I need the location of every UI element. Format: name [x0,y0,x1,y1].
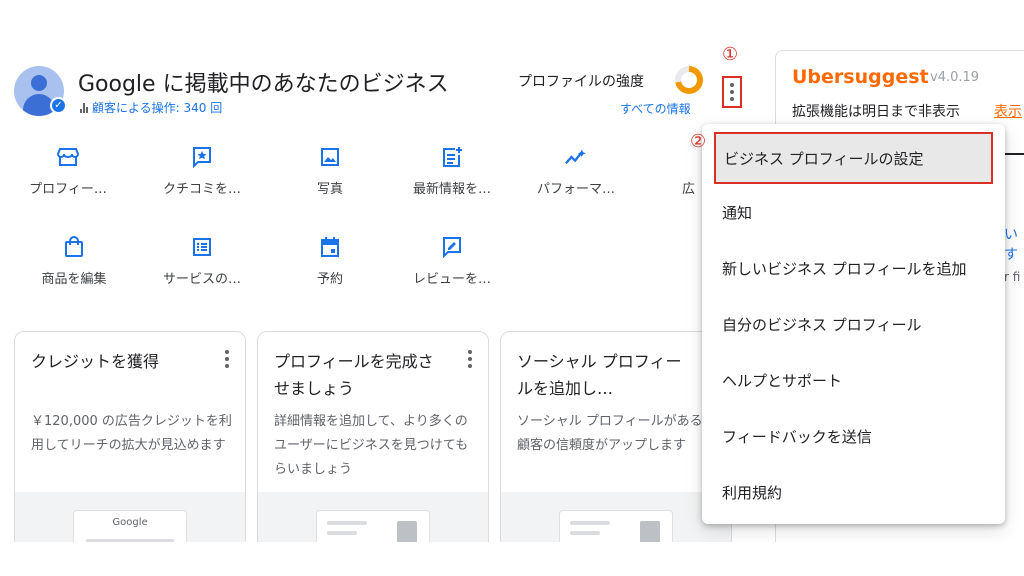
card-body: ￥120,000 の広告クレジットを利用してリーチの拡大が見込めます [31,414,232,453]
card-complete-profile[interactable]: プロフィールを完成させましょう 詳細情報を追加して、より多くのユーザーにビジネス… [257,331,489,561]
more-options-button[interactable] [722,76,742,108]
ubersuggest-text-fragment: r fi [1004,270,1021,284]
dot-icon [730,83,734,87]
menu-item-feedback[interactable]: フィードバックを送信 [702,408,1005,464]
action-label: レビューを… [412,272,491,287]
more-options-menu: ビジネス プロフィールの設定 通知 新しいビジネス プロフィールを追加 自分のビ… [702,124,1005,524]
ubersuggest-version: v4.0.19 [930,70,980,85]
action-label: 広 [682,182,696,197]
ubersuggest-hide-text: 拡張機能は明日まで非表示 [792,104,960,120]
action-label: 最新情報を… [412,182,491,197]
card-title: クレジットを獲得 [31,352,160,371]
card-body: ソーシャル プロフィールがあると顧客の信頼度がアップします [517,414,716,453]
ubersuggest-name: Ubersuggest [792,66,929,88]
action-ads[interactable]: 広 [632,146,712,197]
card-get-credit[interactable]: クレジットを獲得 ￥120,000 の広告クレジットを利用してリーチの拡大が見込… [14,331,246,561]
shopping-bag-icon [63,236,85,258]
card-more-button[interactable] [223,348,231,370]
action-label: 予約 [316,272,343,287]
action-label: サービスの… [162,272,241,287]
ubersuggest-text-fragment: いす [1004,227,1018,263]
ubersuggest-divider [1004,153,1024,155]
action-label: 写真 [316,182,343,197]
photo-icon [319,146,341,168]
card-title: ソーシャル プロフィールを追加し… [517,352,682,398]
action-add-update[interactable]: 最新情報を… [392,146,512,197]
menu-item-terms[interactable]: 利用規約 [702,464,1005,520]
action-edit-profile[interactable]: プロフィー… [8,146,128,197]
action-services[interactable]: サービスの… [142,236,262,287]
post-add-icon [441,146,463,168]
customer-actions-stat[interactable]: 顧客による操作: 340 回 [80,99,222,116]
action-edit-products[interactable]: 商品を編集 [14,236,134,287]
all-info-link[interactable]: すべての情報 [620,100,691,117]
step-marker-1: ① [722,44,739,65]
profile-strength-label: プロファイルの強度 [518,74,644,90]
bottom-crop-area [0,542,1024,576]
menu-item-help[interactable]: ヘルプとサポート [702,352,1005,408]
google-logo-text: Google [112,517,148,528]
dot-icon [730,97,734,101]
dot-icon [730,90,734,94]
action-photos[interactable]: 写真 [270,146,390,197]
customer-actions-text: 顧客による操作: 340 回 [92,101,223,115]
verified-check-icon: ✓ [50,97,67,114]
card-add-social-profile[interactable]: ソーシャル プロフィールを追加し… ソーシャル プロフィールがあると顧客の信頼度… [500,331,732,561]
card-body: 詳細情報を追加して、より多くのユーザーにビジネスを見つけてもらいましょう [274,414,469,477]
menu-item-add-profile[interactable]: 新しいビジネス プロフィールを追加 [702,240,1005,296]
menu-item-my-profiles[interactable]: 自分のビジネス プロフィール [702,296,1005,352]
action-label: プロフィー… [29,182,107,197]
action-label: 商品を編集 [41,272,107,287]
action-bookings[interactable]: 予約 [270,236,390,287]
list-icon [191,236,213,258]
sparkline-icon [565,146,587,168]
review-edit-icon [441,236,463,258]
action-ask-review[interactable]: レビューを… [392,236,512,287]
action-performance[interactable]: パフォーマ… [516,146,636,197]
menu-item-profile-settings[interactable]: ビジネス プロフィールの設定 [714,132,993,184]
action-reviews[interactable]: クチコミを… [142,146,262,197]
calendar-icon [319,236,341,258]
page-title: Google に掲載中のあなたのビジネス [78,72,449,97]
step-marker-2: ② [690,131,707,152]
storefront-icon [57,146,79,168]
menu-item-notifications[interactable]: 通知 [702,184,1005,240]
card-title: プロフィールを完成させましょう [274,352,434,398]
review-star-icon [191,146,213,168]
bar-chart-icon [80,102,88,113]
profile-strength-ring[interactable] [675,66,703,94]
action-label: パフォーマ… [536,182,615,197]
action-label: クチコミを… [162,182,241,197]
ubersuggest-show-link[interactable]: 表示 [994,101,1022,121]
card-more-button[interactable] [466,348,474,370]
